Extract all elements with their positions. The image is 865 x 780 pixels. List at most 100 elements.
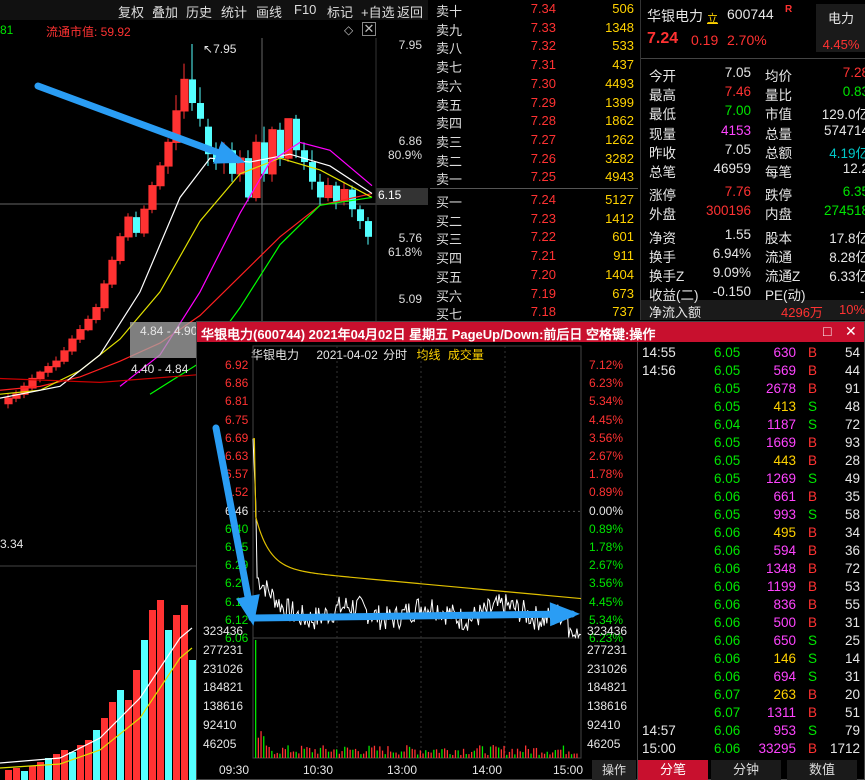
volume-bar xyxy=(298,753,300,758)
volume-bar xyxy=(503,745,505,758)
bid-row[interactable]: 买三 7.22 601 xyxy=(430,228,638,247)
bid-row[interactable]: 买四 7.21 911 xyxy=(430,247,638,266)
candle xyxy=(133,211,140,237)
trade-price: 6.05 xyxy=(714,345,741,360)
tab-ticks[interactable]: 分笔 xyxy=(638,760,708,780)
bid-price: 7.18 xyxy=(530,304,556,320)
trade-side: S xyxy=(808,399,818,414)
ask-row[interactable]: 卖二 7.26 3282 xyxy=(430,150,638,169)
ask-volume: 3282 xyxy=(605,150,634,166)
trade-volume: 495 xyxy=(773,525,796,540)
bid-row[interactable]: 买一 7.24 5127 xyxy=(430,191,638,210)
trade-side: B xyxy=(808,453,818,468)
intraday-popup[interactable]: 华银电力(600744) 2021年04月02日 星期五 PageUp/Down… xyxy=(196,321,865,780)
bid-row[interactable]: 买二 7.23 1412 xyxy=(430,210,638,229)
menu-item[interactable]: 返回 xyxy=(397,2,423,21)
ask-row[interactable]: 卖八 7.32 533 xyxy=(430,37,638,56)
volume-axis-tick: 46205 xyxy=(203,736,237,751)
bid-row[interactable]: 买七 7.18 737 xyxy=(430,303,638,322)
tick-trades-list[interactable]: 14:55 6.05 630 B 54 14:56 6.05 569 B 44 6.05 2678 B 9… xyxy=(638,342,865,760)
trade-price: 6.06 xyxy=(714,741,741,756)
stat-label: 昨收 xyxy=(649,145,676,161)
popup-title: 华银电力(600744) 2021年04月02日 星期五 PageUp/Down… xyxy=(201,327,656,342)
trade-price: 6.07 xyxy=(714,705,741,720)
ask-row[interactable]: 卖六 7.30 4493 xyxy=(430,75,638,94)
bid-volume: 1412 xyxy=(605,210,634,226)
ops-button[interactable]: 操作 xyxy=(592,760,636,780)
sector-tab[interactable]: 电力 4.45% xyxy=(816,4,865,52)
quote-stat-row: 净资 1.55 股本 17.8亿 xyxy=(641,226,865,246)
ask-row[interactable]: 卖七 7.31 437 xyxy=(430,56,638,75)
ask-volume: 533 xyxy=(612,38,634,54)
trade-side: B xyxy=(808,525,818,540)
pct-axis-tick: 3.56% xyxy=(589,576,624,591)
bid-row[interactable]: 买六 7.19 673 xyxy=(430,285,638,304)
intraday-chart[interactable] xyxy=(197,342,637,780)
trade-volume: 993 xyxy=(773,507,796,522)
candle xyxy=(84,315,93,332)
volume-bar xyxy=(390,751,392,758)
menu-item[interactable]: 画线 xyxy=(256,2,282,21)
menu-item[interactable]: 历史 xyxy=(186,2,212,21)
menu-item[interactable]: F10 xyxy=(294,2,316,17)
volume-bar xyxy=(403,751,405,758)
candle xyxy=(197,87,204,127)
tab-values[interactable]: 数值 xyxy=(787,760,857,780)
ask-row[interactable]: 卖十 7.34 506 xyxy=(430,0,638,19)
trade-side: S xyxy=(808,507,818,522)
menu-item[interactable]: 复权 xyxy=(118,2,144,21)
volume-bar xyxy=(406,745,408,758)
ask-row[interactable]: 卖四 7.28 1862 xyxy=(430,112,638,131)
ask-row[interactable]: 卖一 7.25 4943 xyxy=(430,168,638,187)
maximize-icon[interactable]: □ xyxy=(823,323,831,339)
stat-value: 1.55 xyxy=(724,226,751,242)
ask-price: 7.25 xyxy=(530,169,556,185)
candle xyxy=(76,324,85,344)
volume-bar xyxy=(468,754,470,758)
trade-volume: 1311 xyxy=(766,705,796,720)
candle xyxy=(116,232,125,265)
menu-item[interactable]: 标记 xyxy=(327,2,353,21)
stat-label: 跌停 xyxy=(765,188,792,204)
bid-row[interactable]: 买五 7.20 1404 xyxy=(430,266,638,285)
menu-item[interactable]: 叠加 xyxy=(152,2,178,21)
volume-bar xyxy=(557,749,559,758)
volume-bar xyxy=(279,753,281,758)
trade-side: B xyxy=(808,543,818,558)
ask-row[interactable]: 卖五 7.29 1399 xyxy=(430,94,638,113)
ask-row[interactable]: 卖九 7.33 1348 xyxy=(430,19,638,38)
close-icon[interactable]: ✕ xyxy=(845,323,857,340)
popup-title-bar[interactable]: 华银电力(600744) 2021年04月02日 星期五 PageUp/Down… xyxy=(197,322,864,342)
trade-side: S xyxy=(808,723,818,738)
stock-code: 600744 xyxy=(727,6,774,22)
ask-row[interactable]: 卖三 7.27 1262 xyxy=(430,131,638,150)
volume-bar xyxy=(568,751,570,758)
volume-bar xyxy=(479,745,481,758)
volume-bar xyxy=(93,730,100,780)
trade-count: 20 xyxy=(844,687,860,702)
volume-bar xyxy=(408,746,411,758)
trade-volume: 650 xyxy=(773,633,796,648)
stat-value: 7.46 xyxy=(724,84,751,100)
volume-axis-tick: 323436 xyxy=(203,624,244,638)
close-small-icon[interactable]: ✕ xyxy=(362,22,376,36)
box-annotation-1: 4.84 - 4.90 xyxy=(140,324,198,338)
price-axis-tick: 6.52 xyxy=(225,485,249,500)
quote-stat-row: 现量 4153 总量 574714 xyxy=(641,122,865,142)
trade-row: 6.06 1199 B 53 xyxy=(638,578,863,596)
tab-minutes[interactable]: 分钟 xyxy=(711,760,781,780)
trade-volume: 146 xyxy=(773,651,796,666)
trade-side: S xyxy=(808,651,818,666)
quote-stat-row: 最高 7.46 量比 0.83 xyxy=(641,83,865,103)
trade-side: B xyxy=(808,489,818,504)
menu-item[interactable]: 统计 xyxy=(221,2,247,21)
volume-axis-tick: 138616 xyxy=(587,699,628,714)
volume-bar xyxy=(352,749,354,758)
volume-bar xyxy=(546,751,548,758)
diamond-icon[interactable]: ◇ xyxy=(344,23,353,37)
candle xyxy=(205,118,212,166)
menu-item[interactable]: +自选 xyxy=(361,2,395,21)
volume-bar xyxy=(484,753,486,758)
trade-side: B xyxy=(808,687,818,702)
volume-bar xyxy=(373,745,376,758)
